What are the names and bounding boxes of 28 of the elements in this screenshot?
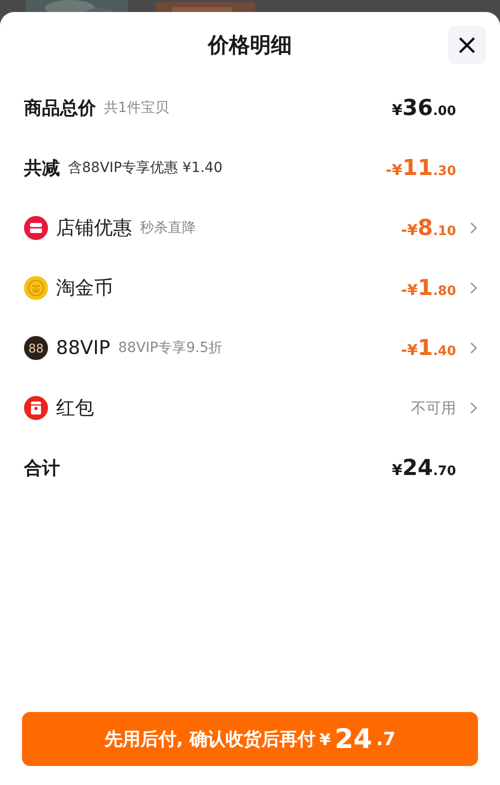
price-text: ¥36.00: [392, 96, 456, 120]
chevron-right-icon[interactable]: [469, 281, 478, 295]
price-text: -¥1.80: [400, 276, 456, 300]
row-note: 含88VIP专享优惠 ¥1.40: [68, 159, 222, 177]
status-text: 不可用: [411, 398, 456, 418]
row-note: 88VIP专享9.5折: [118, 339, 222, 357]
sheet-title: 价格明细: [208, 32, 292, 59]
price-text: -¥1.40: [400, 336, 456, 360]
row-label: 共减: [24, 157, 60, 180]
shop-icon: [24, 216, 48, 240]
row-label: 店铺优惠: [56, 216, 132, 241]
price-text: -¥11.30: [386, 156, 456, 180]
chevron-right-icon[interactable]: [469, 221, 478, 235]
row-label: 合计: [24, 457, 60, 480]
vip-badge-icon: 88: [24, 336, 48, 360]
close-button[interactable]: ×: [448, 26, 486, 64]
chevron-right-icon[interactable]: [469, 341, 478, 355]
envelope-icon: [24, 396, 48, 420]
row-note: 秒杀直降: [140, 219, 196, 237]
price-text: -¥8.10: [400, 216, 456, 240]
row-label: 88VIP: [56, 337, 110, 359]
row-label: 商品总价: [24, 97, 96, 120]
row-note: 共1件宝贝: [104, 99, 169, 117]
chevron-right-icon[interactable]: [469, 401, 478, 415]
price-text: ¥24.70: [392, 456, 456, 480]
coin-icon: [24, 276, 48, 300]
row-label: 淘金币: [56, 276, 113, 301]
row-label: 红包: [56, 396, 94, 421]
